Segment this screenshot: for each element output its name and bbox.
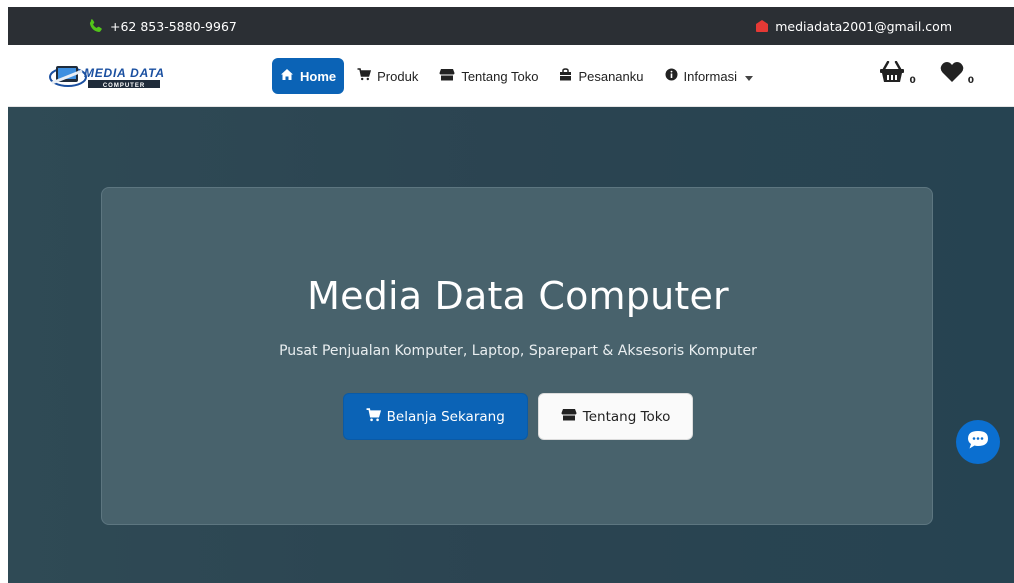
logo-text: MEDIA DATA (84, 66, 164, 80)
nav-item-produk[interactable]: Produk (349, 58, 426, 94)
info-icon (665, 68, 678, 84)
shop-now-button[interactable]: Belanja Sekarang (342, 393, 528, 440)
about-store-button[interactable]: Tentang Toko (537, 393, 694, 440)
site-logo[interactable]: MEDIA DATA COMPUTER (48, 57, 168, 93)
user-shortcuts: 0 0 (879, 60, 974, 86)
phone-number: +62 853-5880-9967 (110, 18, 237, 34)
top-contact-bar: +62 853-5880-9967 mediadata2001@gmail.co… (8, 7, 1014, 45)
chat-bubble-icon (967, 430, 989, 454)
media-data-logo-graphic: MEDIA DATA COMPUTER (49, 66, 164, 89)
hero-card: Media Data Computer Pusat Penjualan Komp… (101, 187, 933, 525)
main-navbar: MEDIA DATA COMPUTER Home Produk Tentang … (8, 45, 1014, 107)
nav-item-label: Home (300, 68, 337, 84)
envelope-icon (755, 19, 769, 33)
home-icon (280, 68, 294, 84)
email-contact[interactable]: mediadata2001@gmail.com (755, 19, 952, 34)
nav-item-home[interactable]: Home (272, 58, 345, 94)
nav-item-label: Tentang Toko (461, 68, 539, 84)
shop-now-label: Belanja Sekarang (386, 408, 505, 425)
heart-icon (940, 61, 964, 86)
chat-button[interactable] (956, 420, 1000, 464)
cart-icon (357, 68, 372, 84)
nav-item-tentang-toko[interactable]: Tentang Toko (431, 58, 546, 94)
wishlist-count: 0 (967, 76, 974, 86)
email-address: mediadata2001@gmail.com (775, 18, 952, 34)
nav-item-label: Produk (377, 68, 419, 84)
browser-viewport: +62 853-5880-9967 mediadata2001@gmail.co… (8, 7, 1014, 583)
hero-title: Media Data Computer (307, 274, 729, 318)
logo-subtext: COMPUTER (103, 83, 145, 89)
hero-actions: Belanja Sekarang Tentang Toko (102, 393, 934, 440)
basket-count: 0 (909, 76, 916, 86)
cart-icon (366, 407, 381, 426)
nav-item-pesananku[interactable]: Pesananku (551, 58, 651, 94)
phone-contact[interactable]: +62 853-5880-9967 (88, 18, 237, 34)
hero-section: Media Data Computer Pusat Penjualan Komp… (8, 107, 1014, 583)
nav-item-informasi[interactable]: Informasi (657, 58, 761, 94)
nav-item-label: Pesananku (578, 68, 644, 84)
phone-icon (88, 18, 104, 34)
store-icon (439, 68, 455, 84)
caret-down-icon (744, 69, 753, 84)
store-icon (561, 408, 577, 425)
basket-icon (879, 60, 905, 86)
nav-menu: Home Produk Tentang Toko Pesananku Infor… (272, 58, 761, 94)
basket-button[interactable]: 0 (879, 60, 916, 86)
nav-item-label: Informasi (683, 68, 737, 84)
hero-subtitle: Pusat Penjualan Komputer, Laptop, Sparep… (279, 343, 757, 359)
bag-icon (559, 68, 572, 84)
about-store-label: Tentang Toko (582, 408, 671, 425)
wishlist-button[interactable]: 0 (940, 61, 974, 86)
